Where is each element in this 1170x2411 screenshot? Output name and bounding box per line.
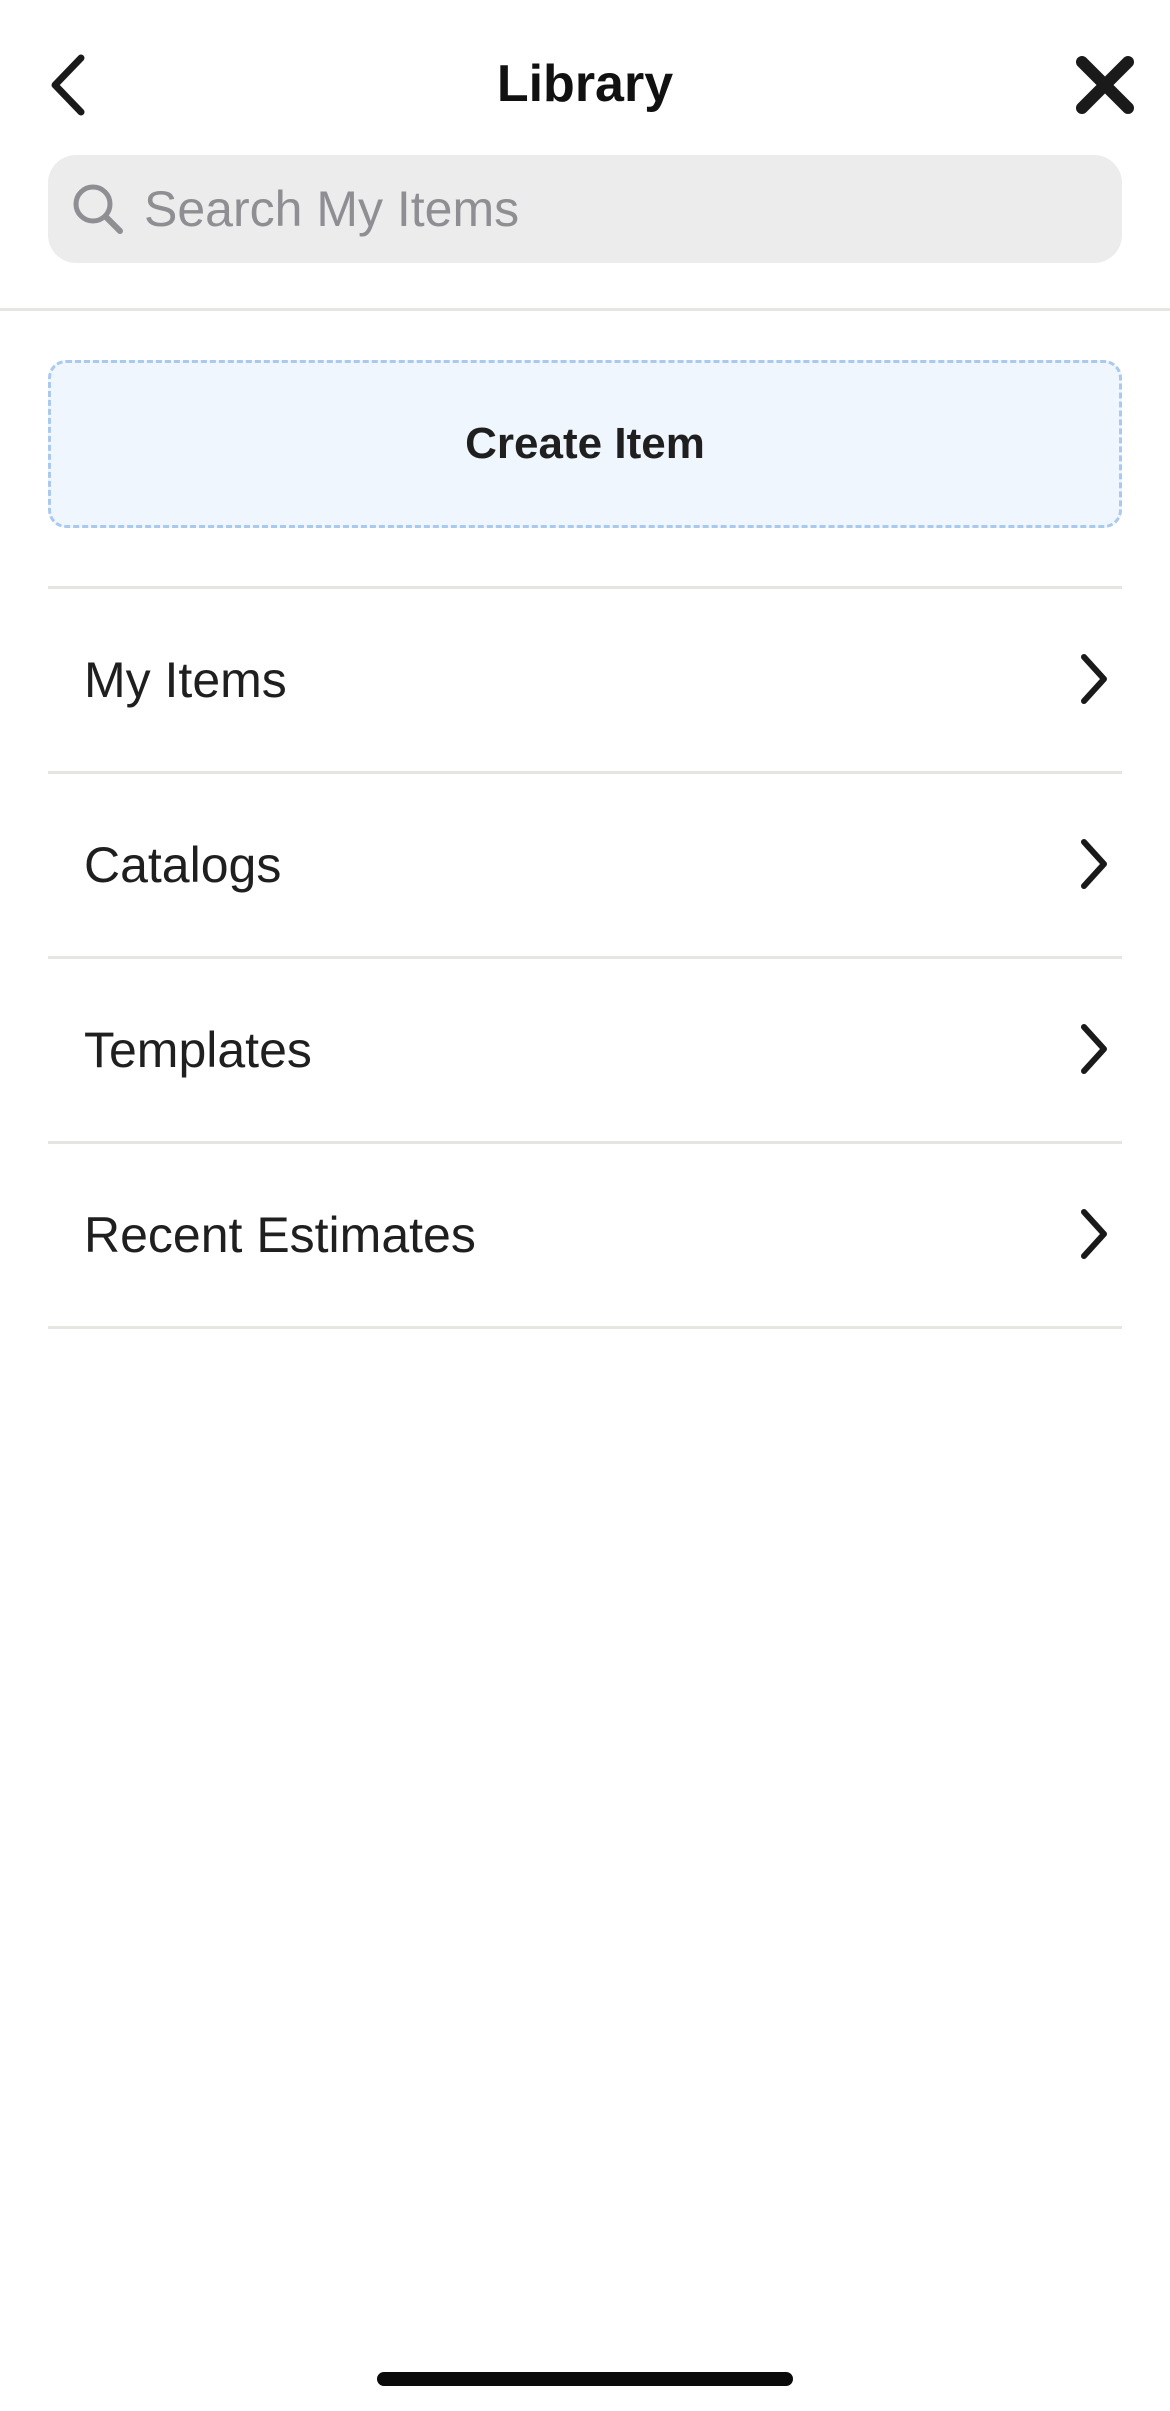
menu-item-catalogs[interactable]: Catalogs: [48, 774, 1122, 959]
menu-item-label: My Items: [84, 652, 287, 708]
page-title: Library: [496, 55, 674, 113]
create-item-button[interactable]: Create Item: [48, 360, 1122, 528]
close-x-icon: [1076, 56, 1134, 114]
chevron-right-icon: [1081, 1024, 1107, 1074]
menu-item-label: Templates: [84, 1022, 312, 1078]
menu-item-my-items[interactable]: My Items: [48, 589, 1122, 774]
menu-item-label: Recent Estimates: [84, 1207, 476, 1263]
create-item-label: Create Item: [465, 419, 705, 468]
library-menu: My Items Catalogs Templates Recent Estim…: [48, 586, 1122, 1329]
header-divider: [0, 308, 1170, 311]
chevron-right-icon: [1081, 1209, 1107, 1259]
menu-item-templates[interactable]: Templates: [48, 959, 1122, 1144]
close-button[interactable]: [1060, 40, 1150, 130]
menu-item-recent-estimates[interactable]: Recent Estimates: [48, 1144, 1122, 1329]
search-input[interactable]: [144, 155, 1104, 263]
menu-item-label: Catalogs: [84, 837, 282, 893]
library-screen: Library Create Item My Items Catalogs: [0, 0, 1170, 2411]
home-indicator: [377, 2372, 793, 2386]
chevron-right-icon: [1081, 654, 1107, 704]
search-bar[interactable]: [48, 155, 1122, 263]
search-icon: [73, 184, 123, 234]
header: Library: [0, 0, 1170, 170]
chevron-right-icon: [1081, 839, 1107, 889]
